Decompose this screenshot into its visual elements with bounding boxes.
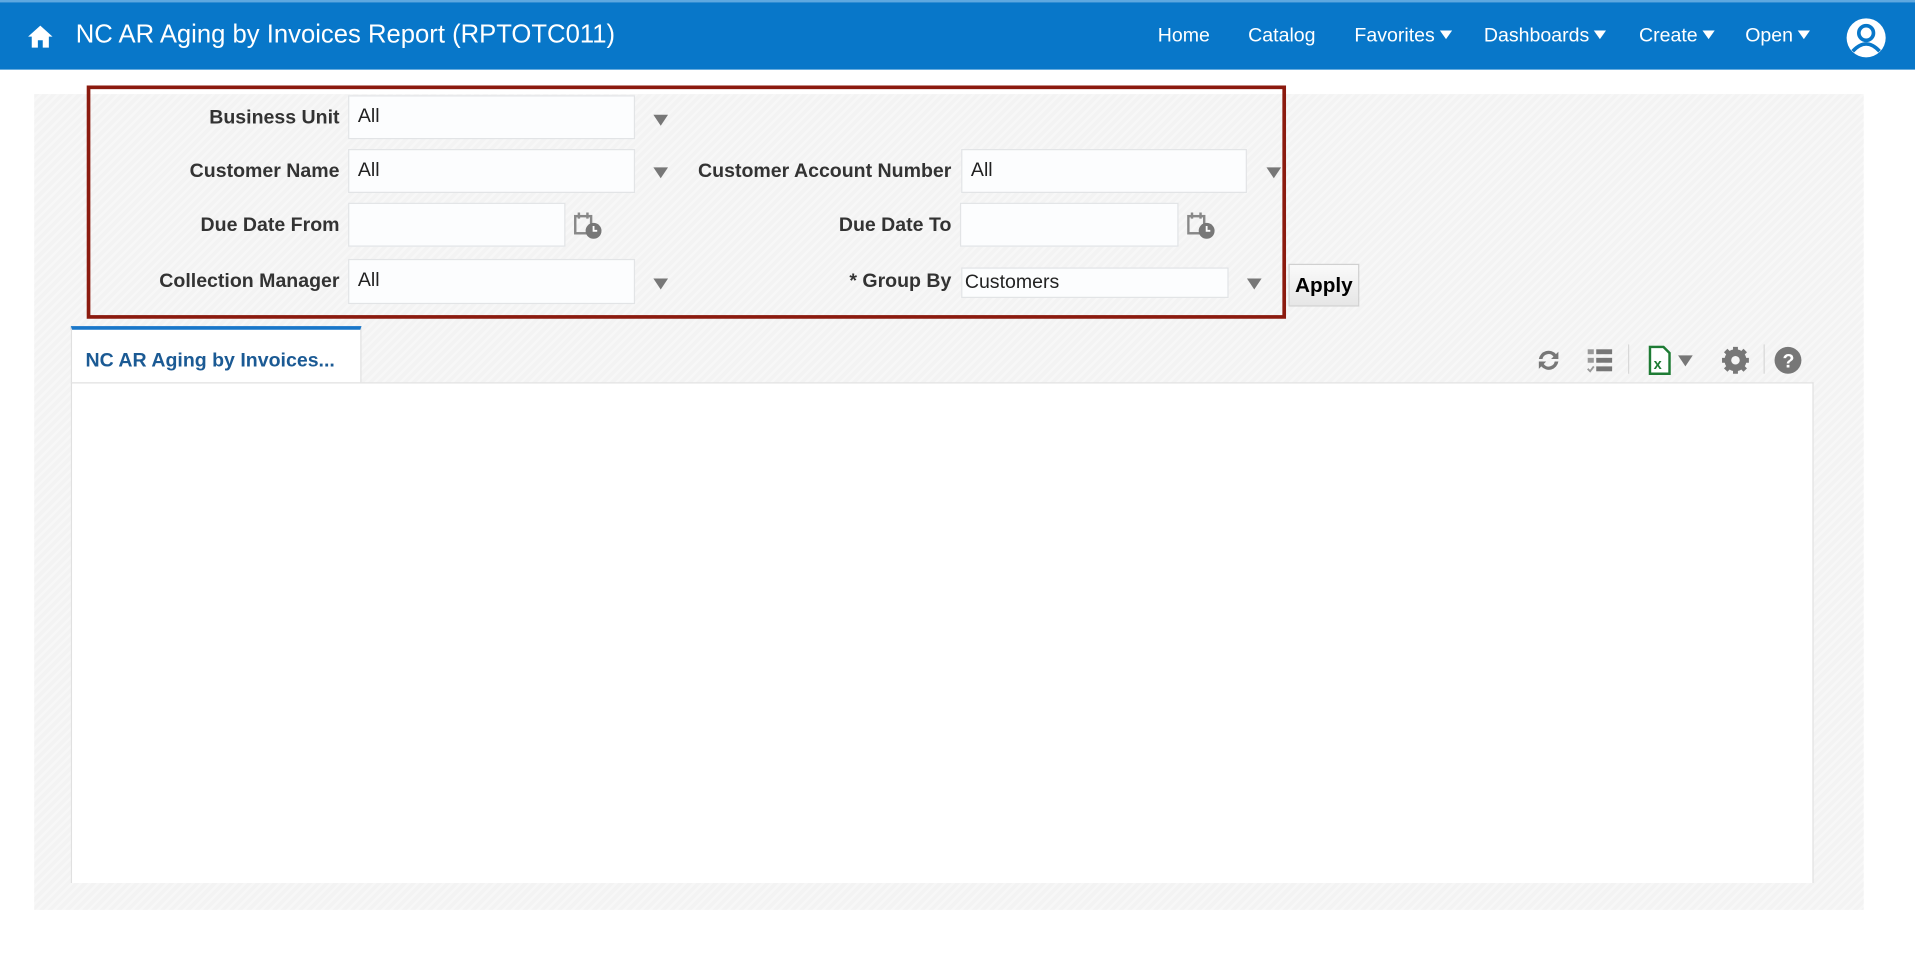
page-title: NC AR Aging by Invoices Report (RPTOTC01…	[75, 20, 616, 49]
apply-button[interactable]: Apply	[1288, 263, 1360, 307]
home-icon[interactable]	[27, 24, 54, 48]
nav-open[interactable]: Open	[1745, 25, 1811, 48]
app-header: NC AR Aging by Invoices Report (RPTOTC01…	[0, 0, 1915, 70]
gear-icon[interactable]	[1721, 346, 1750, 375]
nav-home[interactable]: Home	[1158, 26, 1210, 48]
chevron-down-icon	[1797, 30, 1811, 40]
svg-text:?: ?	[1782, 351, 1794, 373]
export-dropdown-arrow[interactable]	[1678, 355, 1693, 367]
nav-favorites[interactable]: Favorites	[1354, 25, 1452, 48]
nav-label: Dashboards	[1483, 25, 1590, 47]
user-avatar-icon[interactable]	[1845, 17, 1887, 59]
toolbar-divider	[1763, 344, 1765, 374]
nav-label: Open	[1745, 25, 1794, 47]
chevron-down-icon	[1439, 30, 1452, 40]
nav-label: Create	[1638, 25, 1698, 47]
nav-catalog[interactable]: Catalog	[1248, 26, 1315, 48]
refresh-icon[interactable]	[1534, 346, 1563, 375]
nav-label: Favorites	[1354, 25, 1435, 47]
highlight-box	[86, 85, 1287, 319]
print-options-icon[interactable]	[1585, 346, 1614, 375]
nav-dashboards[interactable]: Dashboards	[1483, 25, 1607, 48]
excel-export-icon[interactable]: x	[1646, 345, 1675, 375]
chevron-down-icon	[1594, 30, 1607, 40]
help-icon[interactable]: ?	[1773, 346, 1802, 375]
report-content-area	[70, 382, 1814, 883]
toolbar-divider	[1627, 344, 1630, 374]
svg-text:x: x	[1654, 357, 1663, 373]
nav-create[interactable]: Create	[1639, 26, 1715, 48]
tab-report[interactable]: NC AR Aging by Invoices...	[70, 326, 362, 384]
chevron-down-icon	[1702, 30, 1715, 40]
